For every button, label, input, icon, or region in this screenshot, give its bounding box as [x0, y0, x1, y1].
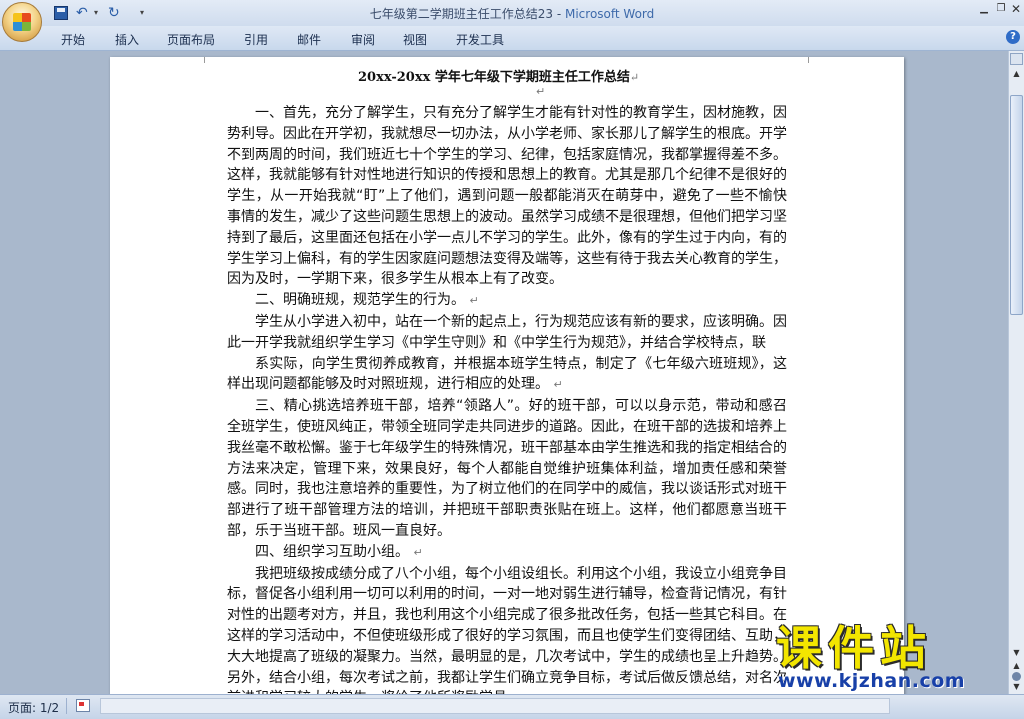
- paragraph-mark: ↵: [536, 85, 546, 98]
- view-ruler-icon[interactable]: [1010, 53, 1023, 65]
- office-button-icon: [13, 13, 31, 31]
- tab-home[interactable]: 开始: [61, 31, 85, 48]
- window-title: 七年级第二学期班主任工作总结23 - Microsoft Word: [0, 5, 1024, 22]
- document-name: 七年级第二学期班主任工作总结23: [369, 7, 554, 21]
- scroll-up-icon[interactable]: ▲: [1010, 67, 1023, 81]
- office-button[interactable]: [2, 2, 42, 42]
- document-page[interactable]: 20xx-20xx 学年七年级下学期班主任工作总结↵ ↵ 一、首先，充分了解学生…: [110, 57, 904, 694]
- title-bar: ↶ ▾ ↻ ▾ 七年级第二学期班主任工作总结23 - Microsoft Wor…: [0, 0, 1024, 42]
- paragraph: 一、首先，充分了解学生，只有充分了解学生才能有针对性的教育学生，因材施教，因势利…: [227, 105, 787, 288]
- title-separator: -: [553, 7, 565, 21]
- paragraph: 系实际，向学生贯彻养成教育，并根据本班学生特点，制定了《七年级六班班规》，这样出…: [227, 355, 787, 393]
- status-divider: [66, 698, 67, 714]
- section-heading: 二、明确班规，规范学生的行为。 ↵: [255, 292, 479, 309]
- proofing-icon[interactable]: [76, 699, 90, 712]
- section-heading: 四、组织学习互助小组。 ↵: [255, 543, 423, 560]
- paragraph: 学生从小学进入初中，站在一个新的起点上，行为规范应该有新的要求，应该明确。因此一…: [227, 313, 787, 351]
- tab-references[interactable]: 引用: [244, 31, 268, 48]
- margin-corner-mark: [786, 57, 809, 63]
- maximize-icon[interactable]: ❐: [993, 2, 1009, 16]
- paragraph: 三、精心挑选培养班干部，培养“领路人”。好的班干部，可以以身示范，带动和感召全班…: [227, 398, 787, 539]
- status-bar: 页面: 1/2: [0, 694, 1024, 719]
- paragraph: 我把班级按成绩分成了八个小组，每个小组设组长。利用这个小组，我设立小组竞争目标，…: [227, 565, 787, 694]
- tab-developer[interactable]: 开发工具: [456, 31, 504, 48]
- minimize-icon[interactable]: ▁: [976, 2, 992, 16]
- page-count[interactable]: 页面: 1/2: [8, 699, 59, 716]
- document-title: 20xx-20xx 学年七年级下学期班主任工作总结↵: [358, 70, 640, 85]
- paragraph-mark: ↵: [629, 71, 640, 84]
- document-area: 20xx-20xx 学年七年级下学期班主任工作总结↵ ↵ 一、首先，充分了解学生…: [0, 51, 1008, 694]
- close-icon[interactable]: ✕: [1008, 2, 1024, 16]
- tab-mailings[interactable]: 邮件: [297, 31, 321, 48]
- app-name: Microsoft Word: [564, 7, 655, 21]
- tab-review[interactable]: 审阅: [351, 31, 375, 48]
- margin-corner-mark: [204, 57, 227, 63]
- document-body: 一、首先，充分了解学生，只有充分了解学生才能有针对性的教育学生，因材施教，因势利…: [227, 103, 787, 694]
- watermark: 课件站 www.kjzhan.com: [772, 612, 1024, 694]
- watermark-url: www.kjzhan.com: [778, 670, 966, 692]
- scroll-thumb[interactable]: [1010, 95, 1023, 315]
- tab-insert[interactable]: 插入: [115, 31, 139, 48]
- ribbon-tabs: 开始 插入 页面布局 引用 邮件 审阅 视图 开发工具 ?: [0, 26, 1024, 51]
- help-icon[interactable]: ?: [1006, 30, 1020, 44]
- watermark-site-name: 课件站: [776, 621, 932, 675]
- horizontal-scrollbar[interactable]: [100, 698, 890, 714]
- tab-view[interactable]: 视图: [403, 31, 427, 48]
- vertical-scrollbar[interactable]: ▲ ▼ ▲ ▼: [1008, 51, 1024, 694]
- tab-page-layout[interactable]: 页面布局: [167, 31, 215, 48]
